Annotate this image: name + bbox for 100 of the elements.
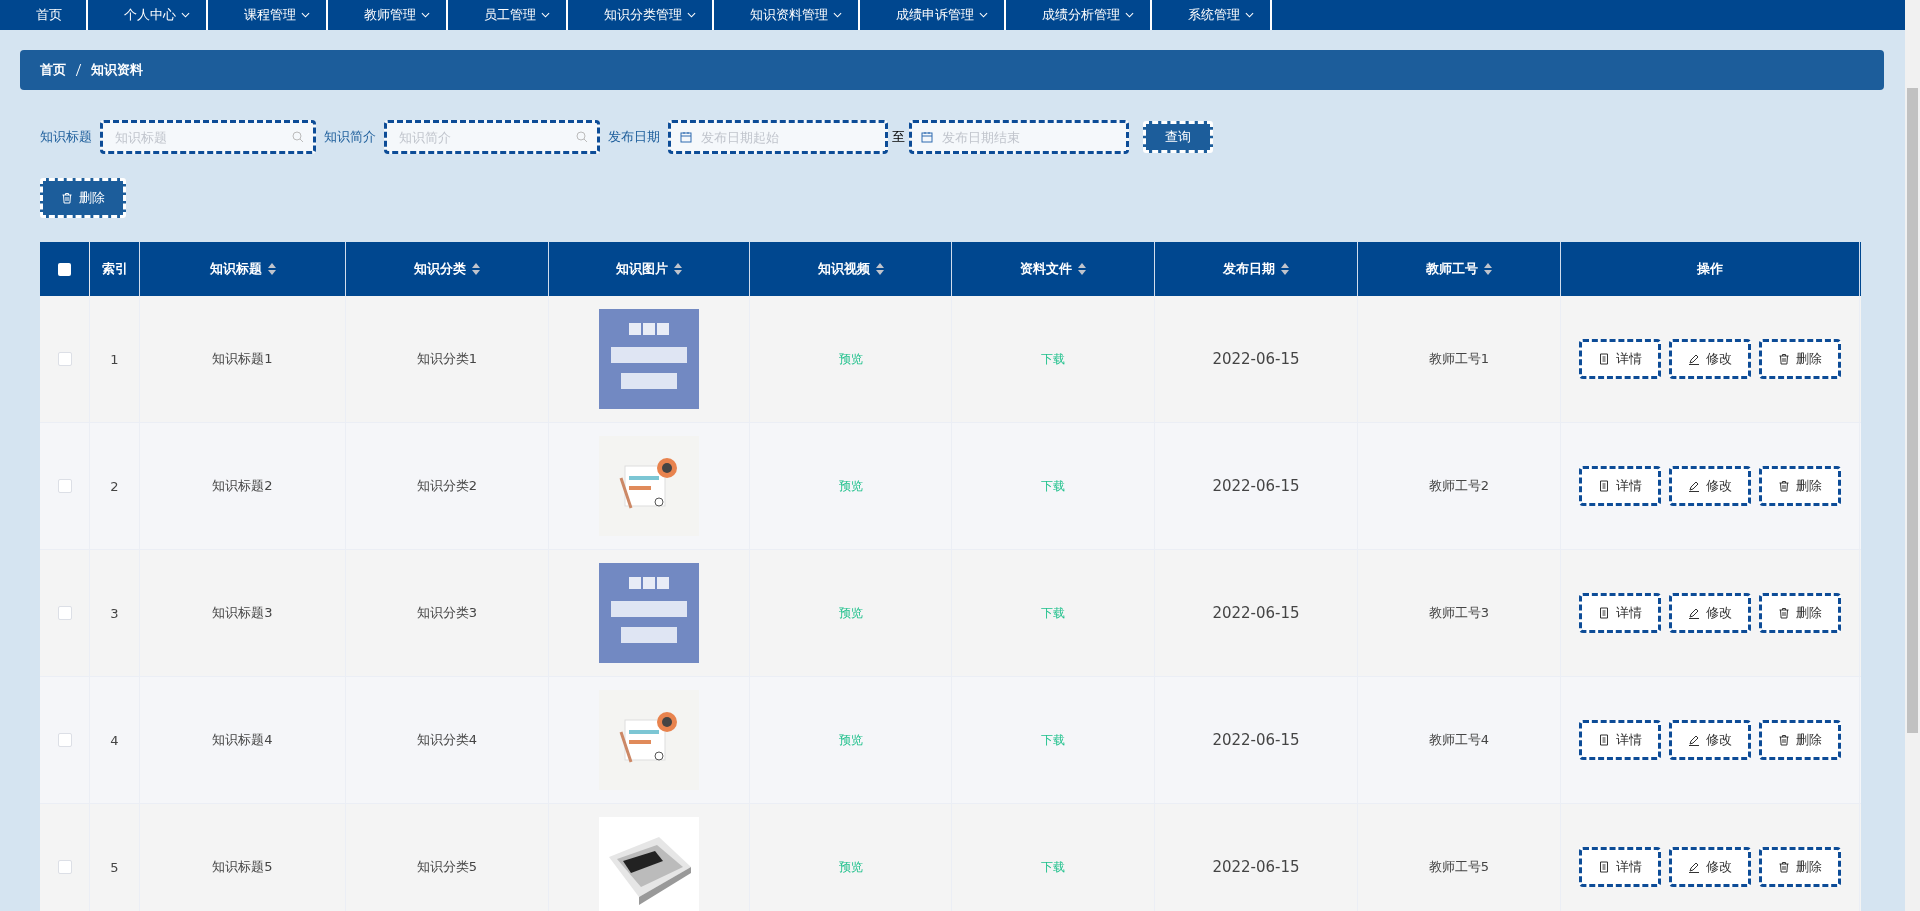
- nav-menu-item[interactable]: 成绩分析管理: [1006, 0, 1152, 30]
- trash-icon: [1778, 353, 1790, 365]
- table-cell: 教师工号2: [1428, 477, 1490, 495]
- table-cell: 2022-06-15: [1212, 604, 1300, 622]
- edit-button[interactable]: 修改: [1669, 466, 1751, 506]
- table-cell: 教师工号5: [1428, 858, 1490, 876]
- trash-icon: [61, 192, 73, 204]
- trash-icon: [1778, 734, 1790, 746]
- nav-menu-item[interactable]: 首页: [0, 0, 88, 30]
- row-checkbox[interactable]: [57, 606, 72, 620]
- table-cell: 知识分类3: [416, 604, 478, 622]
- column-header: 知识视频: [817, 260, 870, 278]
- column-header: 操作: [1697, 260, 1723, 278]
- caret-icon: [421, 12, 430, 18]
- table-cell: 教师工号1: [1428, 350, 1490, 368]
- caret-icon: [979, 12, 988, 18]
- caret-icon: [833, 12, 842, 18]
- caret-icon: [1125, 12, 1134, 18]
- delete-button[interactable]: 删除: [1759, 847, 1841, 887]
- edit-button[interactable]: 修改: [1669, 847, 1751, 887]
- nav-menu-item[interactable]: 课程管理: [208, 0, 328, 30]
- table-cell: 2022-06-15: [1212, 731, 1300, 749]
- sort-icon[interactable]: [1484, 263, 1492, 275]
- pencil-icon: [1688, 734, 1700, 746]
- detail-button[interactable]: 详情: [1579, 339, 1661, 379]
- field-label: 知识简介: [324, 128, 376, 146]
- sort-icon[interactable]: [674, 263, 682, 275]
- row-checkbox[interactable]: [57, 479, 72, 493]
- detail-button[interactable]: 详情: [1579, 466, 1661, 506]
- scrollbar-thumb[interactable]: [1907, 88, 1918, 733]
- document-icon: [1598, 480, 1610, 492]
- nav-menu-item[interactable]: 成绩申诉管理: [860, 0, 1006, 30]
- search-icon: [292, 131, 304, 143]
- detail-button[interactable]: 详情: [1579, 593, 1661, 633]
- row-checkbox[interactable]: [57, 352, 72, 366]
- column-header: 知识图片: [616, 260, 668, 278]
- nav-menu-item[interactable]: 教师管理: [328, 0, 448, 30]
- search-icon: [576, 131, 588, 143]
- field-label: 发布日期: [608, 128, 660, 146]
- table-cell: 知识分类1: [416, 350, 478, 368]
- table-cell: 2022-06-15: [1212, 858, 1300, 876]
- nav-menu-item[interactable]: 系统管理: [1152, 0, 1272, 30]
- table-cell: 5: [110, 859, 119, 875]
- trash-icon: [1778, 480, 1790, 492]
- table-cell: 2022-06-15: [1212, 477, 1300, 495]
- detail-button[interactable]: 详情: [1579, 847, 1661, 887]
- column-header: 知识分类: [414, 260, 466, 278]
- sort-icon[interactable]: [1281, 263, 1289, 275]
- scrollbar[interactable]: [1905, 0, 1920, 911]
- edit-button[interactable]: 修改: [1669, 339, 1751, 379]
- sort-icon[interactable]: [267, 263, 276, 275]
- caret-icon: [181, 12, 190, 18]
- caret-icon: [687, 12, 696, 18]
- delete-button[interactable]: 删除: [1759, 720, 1841, 760]
- nav-menu-item[interactable]: 知识分类管理: [568, 0, 714, 30]
- pencil-icon: [1688, 480, 1700, 492]
- caret-icon: [1245, 12, 1254, 18]
- delete-button[interactable]: 删除: [1759, 466, 1841, 506]
- pencil-icon: [1688, 861, 1700, 873]
- column-header: 发布日期: [1223, 260, 1275, 278]
- search-button[interactable]: 查询: [1143, 121, 1213, 153]
- table-cell: 4: [110, 732, 119, 748]
- sort-icon[interactable]: [472, 263, 480, 275]
- document-icon: [1598, 734, 1610, 746]
- table-cell: 2: [110, 478, 119, 494]
- column-header: 资料文件: [1020, 260, 1072, 278]
- delete-button[interactable]: 删除: [1759, 339, 1841, 379]
- column-header: 教师工号: [1426, 260, 1478, 278]
- breadcrumb-link[interactable]: 知识资料: [91, 61, 143, 79]
- trash-icon: [1778, 861, 1790, 873]
- table-cell: 教师工号3: [1428, 604, 1490, 622]
- pencil-icon: [1688, 353, 1700, 365]
- document-icon: [1598, 861, 1610, 873]
- nav-menu-item[interactable]: 员工管理: [448, 0, 568, 30]
- table-cell: 知识标题2: [212, 477, 273, 495]
- sort-icon[interactable]: [1078, 263, 1086, 275]
- detail-button[interactable]: 详情: [1579, 720, 1661, 760]
- table-cell: 2022-06-15: [1212, 350, 1300, 368]
- nav-menu-item[interactable]: 知识资料管理: [714, 0, 860, 30]
- field-label: 知识标题: [40, 128, 92, 146]
- delete-button[interactable]: 删除: [1759, 593, 1841, 633]
- breadcrumb-link[interactable]: 首页: [40, 61, 66, 79]
- document-icon: [1598, 607, 1610, 619]
- caret-icon: [301, 12, 310, 18]
- table-cell: 知识标题3: [212, 604, 273, 622]
- edit-button[interactable]: 修改: [1669, 720, 1751, 760]
- row-checkbox[interactable]: [57, 733, 72, 747]
- table-cell: 知识标题1: [212, 350, 273, 368]
- caret-icon: [541, 12, 550, 18]
- edit-button[interactable]: 修改: [1669, 593, 1751, 633]
- table-cell: 3: [110, 605, 119, 621]
- nav-menu-item[interactable]: 个人中心: [88, 0, 208, 30]
- document-icon: [1598, 353, 1610, 365]
- sort-icon[interactable]: [875, 263, 884, 275]
- table-cell: 知识分类5: [416, 858, 478, 876]
- delete-button[interactable]: 删除: [40, 178, 126, 218]
- select-all-checkbox[interactable]: [58, 262, 71, 276]
- row-checkbox[interactable]: [57, 860, 72, 874]
- pencil-icon: [1688, 607, 1700, 619]
- column-header: 知识标题: [209, 260, 262, 278]
